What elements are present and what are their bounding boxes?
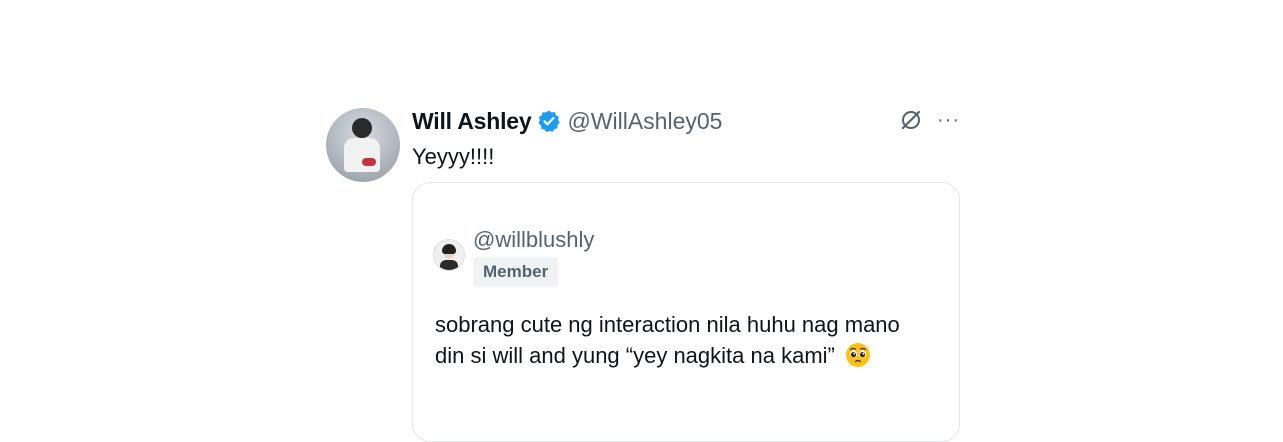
member-badge: Member <box>473 257 559 287</box>
author-avatar[interactable] <box>326 108 400 182</box>
tweet-actions: ··· <box>899 108 960 132</box>
tweet-text: Yeyyy!!!! <box>412 144 495 169</box>
grok-icon[interactable] <box>899 108 923 132</box>
pleading-face-emoji-icon <box>845 343 870 367</box>
quoted-author-handle[interactable]: @willblushly <box>473 227 594 253</box>
tweet-header: Will Ashley @WillAshley05 <box>412 106 722 136</box>
quoted-tweet[interactable]: @willblushly Member sobrang cute ng inte… <box>412 182 960 442</box>
more-options-icon[interactable]: ··· <box>937 110 960 130</box>
quoted-tweet-body: sobrang cute ng interaction nila huhu na… <box>435 312 900 368</box>
author-handle[interactable]: @WillAshley05 <box>567 108 722 135</box>
quoted-tweet-text: sobrang cute ng interaction nila huhu na… <box>435 309 905 371</box>
author-name[interactable]: Will Ashley <box>412 108 532 135</box>
tweet-card[interactable]: Will Ashley @WillAshley05 ··· Yeyyy!!!! … <box>326 104 966 442</box>
quoted-author-avatar[interactable] <box>433 239 465 271</box>
verified-badge-icon <box>538 110 561 133</box>
